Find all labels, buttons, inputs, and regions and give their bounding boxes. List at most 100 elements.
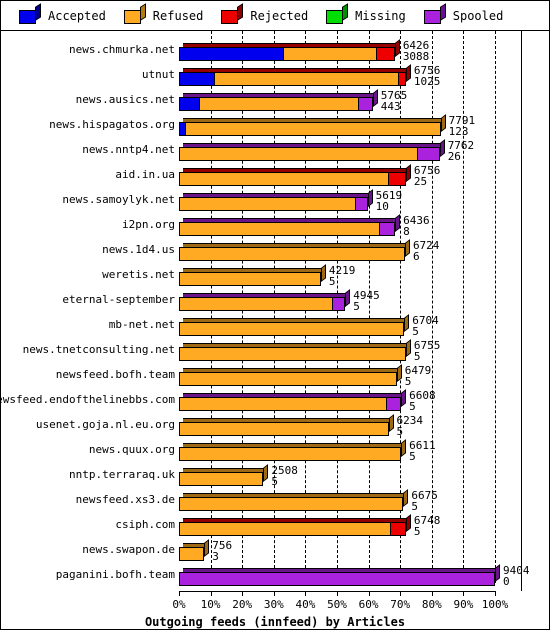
x-tick [400, 591, 402, 596]
stacked-bar: 6234 5 [179, 414, 423, 437]
chart-legend: Accepted Refused Rejected Missing Spooled [1, 1, 549, 31]
bar-segment-refused [180, 473, 263, 485]
bar-segment-refused [180, 173, 390, 185]
bar-row: csiph.com 6748 5 [1, 514, 549, 539]
y-axis-label: csiph.com [115, 518, 175, 531]
stacked-bar: 4945 5 [179, 289, 380, 312]
bar-segment-refused [180, 148, 419, 160]
stacked-bar: 6611 5 [179, 439, 436, 462]
bar-row: nntp.terraraq.uk 2508 5 [1, 464, 549, 489]
bar-side-face [320, 264, 326, 282]
bar-row: aid.in.ua 6756 25 [1, 164, 549, 189]
bar-front [179, 572, 495, 586]
bar-value-labels: 9404 0 [503, 565, 530, 587]
bar-row: news.samoylyk.net 5619 10 [1, 189, 549, 214]
bar-front [179, 422, 389, 436]
legend-item-rejected: Rejected [221, 3, 309, 24]
x-tick [463, 591, 465, 596]
bar-value-labels: 7791 123 [449, 115, 476, 137]
stacked-bar: 6704 5 [179, 314, 439, 337]
bar-value-labels: 7762 26 [448, 140, 475, 162]
bar-value-secondary: 1025 [413, 75, 441, 88]
stacked-bar: 6479 5 [179, 364, 431, 387]
bar-front [179, 147, 440, 161]
stacked-bar: 6675 5 [179, 489, 438, 512]
chart-page: Accepted Refused Rejected Missing Spooled ne… [0, 0, 550, 630]
bar-value-secondary: 5 [413, 350, 421, 363]
y-axis-label: newsfeed.bofh.team [55, 368, 175, 381]
bar-front [179, 272, 321, 286]
legend-item-missing: Missing [326, 3, 406, 24]
x-tick [337, 591, 338, 596]
bar-side-face [495, 564, 500, 582]
stacked-bar: 756 3 [179, 539, 232, 562]
bar-segment-rejected [390, 523, 405, 535]
bar-value-secondary: 5 [412, 325, 419, 338]
y-axis-label: news.quux.org [88, 443, 175, 456]
bar-front [179, 522, 406, 536]
bar-value-labels: 756 3 [212, 540, 232, 562]
x-tick [242, 591, 244, 596]
y-axis-label: aid.in.ua [115, 168, 175, 181]
legend-label: Rejected [250, 8, 309, 23]
bar-segment-refused [180, 423, 388, 435]
bar-side-face [405, 514, 411, 532]
bar-side-face [367, 189, 373, 207]
x-axis-title: Outgoing feeds (innfeed) by Articles [144, 615, 406, 629]
bar-segment-spooled [358, 98, 372, 110]
bar-front [179, 47, 395, 61]
y-axis-label: paganini.bofh.team [55, 568, 175, 581]
bar-front [179, 222, 396, 236]
legend-item-spooled: Spooled [423, 3, 504, 24]
bar-side-face [440, 114, 446, 132]
bar-value-secondary: 5 [411, 500, 418, 513]
y-axis-label: news.chmurka.net [69, 43, 175, 56]
bar-segment-spooled [418, 148, 439, 160]
bar-segment-refused [180, 373, 396, 385]
bar-segment-refused [180, 198, 356, 210]
bar-front [179, 197, 368, 211]
y-axis-label: usenet.goja.nl.eu.org [35, 418, 175, 431]
bar-segment-refused [199, 98, 359, 110]
bar-front [179, 72, 406, 86]
bar-row: news.swapon.de 756 3 [1, 539, 549, 564]
x-tick-label: 80% [421, 598, 442, 611]
bar-value-labels: 4945 5 [353, 290, 380, 312]
bar-value-secondary: 0 [503, 575, 510, 588]
bar-row: news.hispagatos.org 7791 123 [1, 114, 549, 139]
bar-value-labels: 4219 5 [329, 265, 356, 287]
bar-side-face [396, 364, 402, 382]
bar-value-labels: 6436 8 [403, 215, 430, 237]
bar-value-secondary: 6 [412, 250, 420, 263]
stacked-bar: 6426 3088 [179, 39, 429, 62]
bar-segment-refused [180, 348, 405, 360]
bar-value-secondary: 5 [271, 475, 278, 488]
y-axis-label: news.hispagatos.org [49, 118, 175, 131]
bar-front [179, 247, 405, 261]
bar-segment-refused [180, 523, 391, 535]
legend-item-accepted: Accepted [19, 3, 106, 24]
stacked-bar: 6436 8 [179, 214, 430, 237]
bar-front [179, 372, 397, 386]
bar-value-secondary: 5 [328, 275, 336, 288]
stacked-bar: 6756 1025 [179, 64, 440, 87]
x-tick [495, 591, 496, 596]
y-axis-label: mb-net.net [108, 318, 175, 331]
bar-segment-refused [180, 498, 403, 510]
legend-label: Spooled [452, 8, 504, 23]
x-tick-label: 60% [358, 598, 379, 611]
bar-row: news.quux.org 6611 5 [1, 439, 549, 464]
bar-value-secondary: 8 [403, 225, 410, 238]
stacked-bar: 6755 5 [179, 339, 440, 362]
bar-side-face [405, 64, 411, 82]
bar-row: newsfeed.xs3.de 6675 5 [1, 489, 549, 514]
bar-value-labels: 6724 6 [413, 240, 440, 262]
bar-value-secondary: 443 [380, 100, 401, 113]
bar-front [179, 297, 346, 311]
bar-segment-refused [180, 398, 388, 410]
x-tick-label: 50% [327, 598, 347, 611]
legend-label: Refused [152, 8, 204, 23]
bar-front [179, 347, 406, 361]
y-axis-label: news.1d4.us [102, 243, 175, 256]
y-axis-label: news.tnetconsulting.net [22, 343, 175, 356]
